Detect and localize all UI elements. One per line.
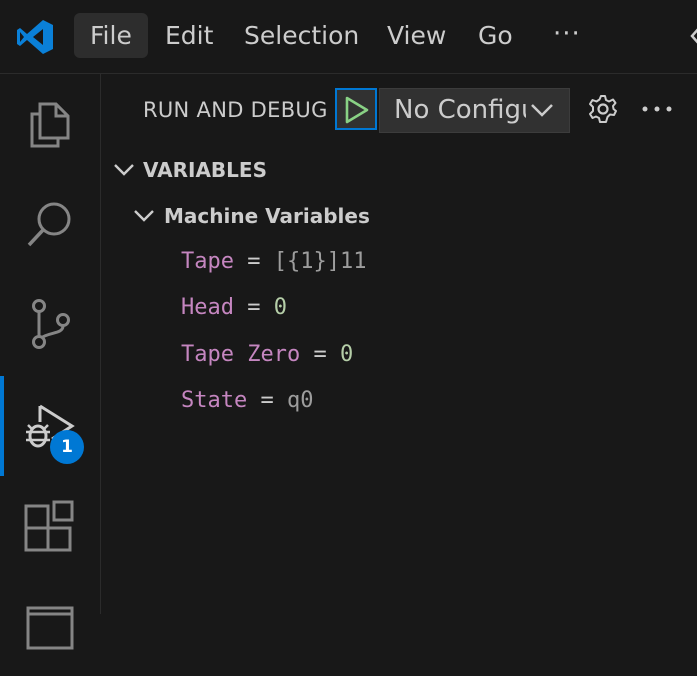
variable-row[interactable]: Tape Zero = 0 <box>181 338 353 372</box>
variable-row[interactable]: State = q0 <box>181 384 313 418</box>
scope-row[interactable]: Machine Variables <box>129 202 529 232</box>
more-actions-button[interactable] <box>641 94 673 128</box>
back-arrow-icon[interactable] <box>688 24 697 48</box>
explorer-icon <box>30 102 70 148</box>
chevron-down-icon <box>114 164 134 176</box>
panel-icon <box>26 606 74 650</box>
debug-badge: 1 <box>50 430 84 464</box>
variable-value: 0 <box>273 295 287 320</box>
explorer-button[interactable] <box>0 74 100 174</box>
launch-configuration-select[interactable]: No Configurations <box>379 88 570 133</box>
variable-row[interactable]: Head = 0 <box>181 291 287 325</box>
panel-button[interactable] <box>0 576 100 676</box>
panel-title: RUN AND DEBUG <box>143 98 328 122</box>
variable-equals: = <box>300 342 340 367</box>
menu-edit[interactable]: Edit <box>149 13 229 58</box>
menu-go[interactable]: Go <box>462 13 529 58</box>
title-bar: File Edit Selection View Go ··· <box>0 0 697 74</box>
variable-equals: = <box>247 388 287 413</box>
variable-value: 0 <box>339 342 354 367</box>
variable-equals: = <box>233 249 274 274</box>
search-button[interactable] <box>0 174 100 274</box>
open-launch-json-button[interactable] <box>588 94 618 128</box>
variable-row[interactable]: Tape = [{1}]11 <box>181 245 366 279</box>
variable-value: q0 <box>286 388 314 413</box>
activity-bar: 1 <box>0 74 101 650</box>
extensions-icon <box>24 500 74 552</box>
scope-label: Machine Variables <box>164 204 370 228</box>
variable-name: Tape Zero <box>181 342 301 367</box>
config-selected-value: No Configurations <box>394 95 526 125</box>
gear-icon <box>589 95 617 123</box>
run-and-debug-button[interactable]: 1 <box>0 376 100 476</box>
chevron-down-icon <box>134 210 154 222</box>
variable-name: Head <box>181 295 234 320</box>
play-icon <box>345 96 369 124</box>
variable-value: [{1}]11 <box>273 249 367 274</box>
ellipsis-icon <box>642 106 672 112</box>
variable-name: Tape <box>181 249 234 274</box>
start-debugging-button[interactable] <box>335 88 377 130</box>
chevron-down-icon <box>531 104 553 117</box>
source-control-icon <box>32 299 70 349</box>
variable-name: State <box>181 388 248 413</box>
menu-more-button[interactable]: ··· <box>553 13 581 58</box>
menu-selection[interactable]: Selection <box>228 13 375 58</box>
vscode-logo-icon <box>17 20 53 54</box>
extensions-button[interactable] <box>0 476 100 576</box>
variables-section-label: VARIABLES <box>143 158 267 182</box>
variable-equals: = <box>233 295 274 320</box>
run-and-debug-view: RUN AND DEBUG No Configurations VARIABLE… <box>101 74 697 614</box>
menu-file[interactable]: File <box>74 13 148 58</box>
source-control-button[interactable] <box>0 274 100 374</box>
search-icon <box>27 202 71 247</box>
menu-view[interactable]: View <box>371 13 462 58</box>
